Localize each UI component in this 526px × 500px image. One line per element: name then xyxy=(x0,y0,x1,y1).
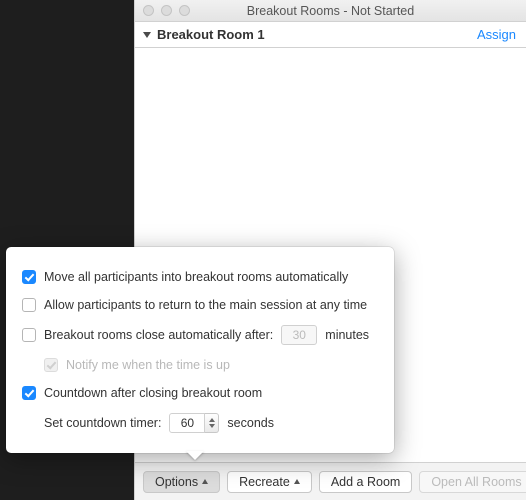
recreate-button[interactable]: Recreate xyxy=(227,471,312,493)
bottom-toolbar: Options Recreate Add a Room Open All Roo… xyxy=(135,462,526,500)
room-header[interactable]: Breakout Room 1 Assign xyxy=(135,22,526,48)
checkbox-allow-return[interactable] xyxy=(22,298,36,312)
auto-close-minutes-input[interactable]: 30 xyxy=(281,325,317,345)
recreate-button-label: Recreate xyxy=(239,475,290,489)
stepper-up-icon[interactable] xyxy=(209,418,215,422)
chevron-up-icon xyxy=(202,479,208,484)
option-auto-close-label: Breakout rooms close automatically after… xyxy=(44,327,273,343)
option-countdown-timer: Set countdown timer: 60 seconds xyxy=(22,407,378,439)
option-notify-time-up: Notify me when the time is up xyxy=(22,351,378,379)
auto-close-unit: minutes xyxy=(325,327,369,343)
checkbox-notify-time-up xyxy=(44,358,58,372)
add-room-button[interactable]: Add a Room xyxy=(319,471,412,493)
option-allow-return[interactable]: Allow participants to return to the main… xyxy=(22,291,378,319)
popover-pointer-icon xyxy=(186,451,204,460)
window-title: Breakout Rooms - Not Started xyxy=(135,4,526,18)
open-all-rooms-button: Open All Rooms xyxy=(419,471,526,493)
checkbox-countdown[interactable] xyxy=(22,386,36,400)
countdown-unit: seconds xyxy=(227,415,274,431)
option-move-auto[interactable]: Move all participants into breakout room… xyxy=(22,263,378,291)
assign-link[interactable]: Assign xyxy=(477,27,516,42)
zoom-window-icon[interactable] xyxy=(179,5,190,16)
option-notify-label: Notify me when the time is up xyxy=(66,357,230,373)
open-all-rooms-label: Open All Rooms xyxy=(431,475,521,489)
countdown-stepper[interactable]: 60 xyxy=(169,413,219,433)
disclosure-triangle-icon[interactable] xyxy=(143,32,151,38)
options-popover: Move all participants into breakout room… xyxy=(6,247,394,453)
traffic-lights xyxy=(135,5,190,16)
window-titlebar: Breakout Rooms - Not Started xyxy=(135,0,526,22)
option-allow-return-label: Allow participants to return to the main… xyxy=(44,297,367,313)
option-countdown-label: Countdown after closing breakout room xyxy=(44,385,262,401)
stepper-control[interactable] xyxy=(205,413,219,433)
chevron-up-icon xyxy=(294,479,300,484)
add-room-button-label: Add a Room xyxy=(331,475,400,489)
option-countdown[interactable]: Countdown after closing breakout room xyxy=(22,379,378,407)
close-window-icon[interactable] xyxy=(143,5,154,16)
options-button-label: Options xyxy=(155,475,198,489)
checkbox-move-auto[interactable] xyxy=(22,270,36,284)
room-name-label: Breakout Room 1 xyxy=(157,27,265,42)
options-button[interactable]: Options xyxy=(143,471,220,493)
stepper-down-icon[interactable] xyxy=(209,424,215,428)
countdown-timer-label: Set countdown timer: xyxy=(44,415,161,431)
checkbox-auto-close[interactable] xyxy=(22,328,36,342)
countdown-value-input[interactable]: 60 xyxy=(169,413,205,433)
minimize-window-icon[interactable] xyxy=(161,5,172,16)
option-auto-close[interactable]: Breakout rooms close automatically after… xyxy=(22,319,378,351)
option-move-auto-label: Move all participants into breakout room… xyxy=(44,269,348,285)
